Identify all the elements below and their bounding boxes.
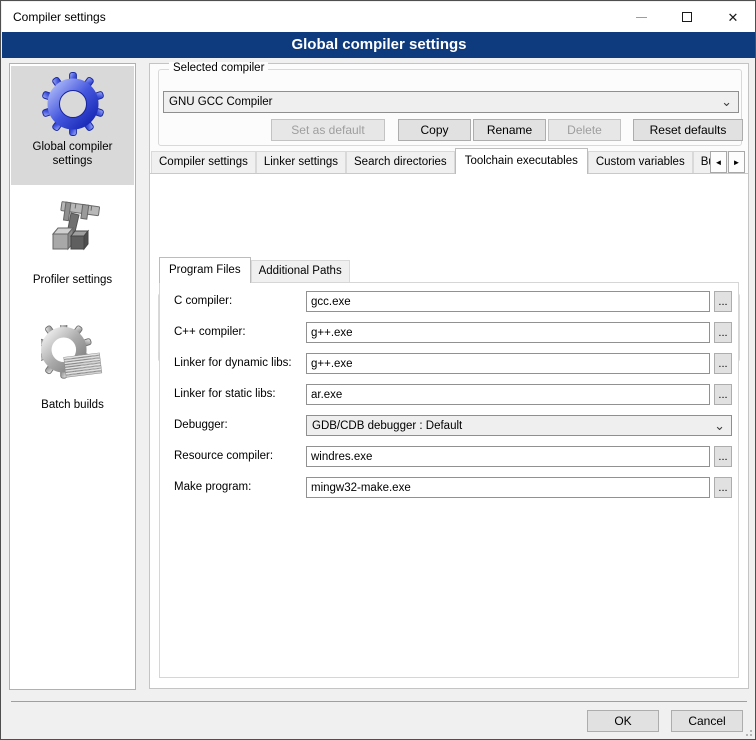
maximize-icon xyxy=(682,12,692,22)
c-compiler-label: C compiler: xyxy=(174,291,306,312)
linker-dynamic-browse-button[interactable]: ... xyxy=(714,353,732,374)
reset-defaults-button[interactable]: Reset defaults xyxy=(633,119,743,141)
compiler-settings-dialog: Compiler settings ✕ Global compiler sett… xyxy=(0,0,756,740)
global-compiler-settings-icon xyxy=(41,72,105,136)
rename-button[interactable]: Rename xyxy=(473,119,546,141)
settings-tabbar: Compiler settings Linker settings Search… xyxy=(151,148,729,173)
tab-scroll-right-button[interactable]: ► xyxy=(728,151,745,173)
minimize-button[interactable] xyxy=(618,2,664,32)
debugger-select[interactable]: GDB/CDB debugger : Default ⌄ xyxy=(306,415,732,436)
tab-compiler-settings[interactable]: Compiler settings xyxy=(151,151,256,173)
make-program-browse-button[interactable]: ... xyxy=(714,477,732,498)
sidebar-item-profiler-settings[interactable]: Profiler settings xyxy=(12,273,133,287)
resource-compiler-row: Resource compiler: ... xyxy=(150,446,748,467)
c-compiler-row: C compiler: ... xyxy=(150,291,748,312)
make-program-label: Make program: xyxy=(174,477,306,498)
resource-compiler-label: Resource compiler: xyxy=(174,446,306,467)
linker-dynamic-row: Linker for dynamic libs: ... xyxy=(150,353,748,374)
cpp-compiler-browse-button[interactable]: ... xyxy=(714,322,732,343)
linker-static-input[interactable] xyxy=(306,384,710,405)
tab-additional-paths[interactable]: Additional Paths xyxy=(251,260,350,282)
set-as-default-button: Set as default xyxy=(271,119,385,141)
arrow-left-icon: ◄ xyxy=(715,158,723,167)
sidebar-item-global-compiler-settings[interactable]: Global compiler settings xyxy=(12,140,133,168)
delete-button: Delete xyxy=(548,119,621,141)
selected-compiler-legend: Selected compiler xyxy=(169,62,268,74)
cpp-compiler-input[interactable] xyxy=(306,322,710,343)
sidebar-item-batch-builds[interactable]: Batch builds xyxy=(12,398,133,412)
debugger-row: Debugger: GDB/CDB debugger : Default ⌄ xyxy=(150,415,748,436)
main-panel: Selected compiler GNU GCC Compiler ⌄ Set… xyxy=(149,63,749,689)
tab-scroll-buttons: ◄ ► xyxy=(709,151,745,173)
linker-dynamic-label: Linker for dynamic libs: xyxy=(174,353,306,374)
window-title: Compiler settings xyxy=(13,2,106,32)
program-files-tabbar: Program Files Additional Paths xyxy=(159,257,350,282)
cpp-compiler-label: C++ compiler: xyxy=(174,322,306,343)
tab-custom-variables[interactable]: Custom variables xyxy=(588,151,693,173)
linker-static-row: Linker for static libs: ... xyxy=(150,384,748,405)
resize-grip-icon[interactable] xyxy=(742,726,752,736)
footer-separator xyxy=(11,701,747,702)
close-button[interactable]: ✕ xyxy=(710,2,756,32)
compiler-select[interactable]: GNU GCC Compiler ⌄ xyxy=(163,91,739,113)
linker-dynamic-input[interactable] xyxy=(306,353,710,374)
tab-program-files[interactable]: Program Files xyxy=(159,257,251,283)
titlebar: Compiler settings ✕ xyxy=(2,2,756,32)
tab-linker-settings[interactable]: Linker settings xyxy=(256,151,346,173)
sidebar: Global compiler settings xyxy=(9,63,136,690)
batch-builds-icon xyxy=(41,325,105,389)
ok-button[interactable]: OK xyxy=(587,710,659,732)
linker-static-browse-button[interactable]: ... xyxy=(714,384,732,405)
resource-compiler-input[interactable] xyxy=(306,446,710,467)
c-compiler-input[interactable] xyxy=(306,291,710,312)
cancel-button[interactable]: Cancel xyxy=(671,710,743,732)
maximize-button[interactable] xyxy=(664,2,710,32)
close-icon: ✕ xyxy=(728,11,739,24)
tab-search-directories[interactable]: Search directories xyxy=(346,151,455,173)
c-compiler-browse-button[interactable]: ... xyxy=(714,291,732,312)
profiler-settings-icon xyxy=(41,194,105,258)
page-title: Global compiler settings xyxy=(2,32,756,58)
debugger-select-value: GDB/CDB debugger : Default xyxy=(312,420,462,432)
resource-compiler-browse-button[interactable]: ... xyxy=(714,446,732,467)
cpp-compiler-row: C++ compiler: ... xyxy=(150,322,748,343)
tab-scroll-left-button[interactable]: ◄ xyxy=(710,151,727,173)
linker-static-label: Linker for static libs: xyxy=(174,384,306,405)
arrow-right-icon: ► xyxy=(733,158,741,167)
compiler-select-value: GNU GCC Compiler xyxy=(169,96,273,108)
make-program-input[interactable] xyxy=(306,477,710,498)
copy-button[interactable]: Copy xyxy=(398,119,471,141)
tab-toolchain-executables[interactable]: Toolchain executables xyxy=(455,148,588,174)
selected-compiler-group: Selected compiler GNU GCC Compiler ⌄ Set… xyxy=(158,69,742,146)
minimize-icon xyxy=(636,17,647,18)
make-program-row: Make program: ... xyxy=(150,477,748,498)
debugger-label: Debugger: xyxy=(174,415,306,436)
